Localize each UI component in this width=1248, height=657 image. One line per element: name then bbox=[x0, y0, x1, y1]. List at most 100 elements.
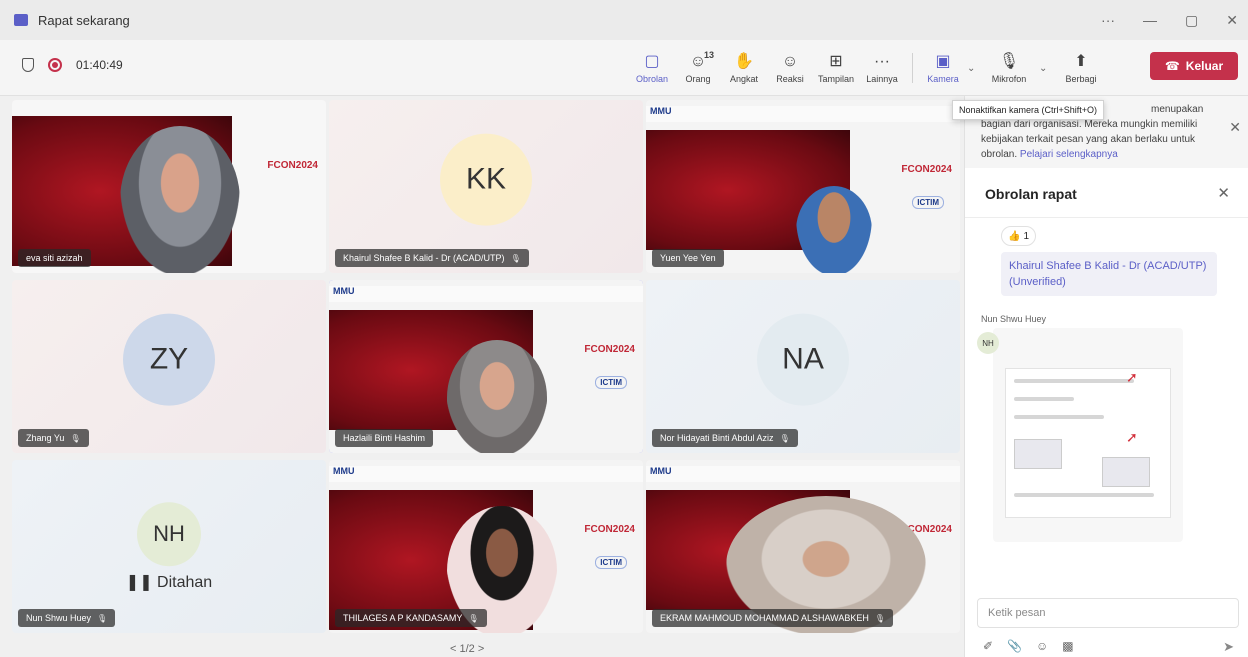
participant-tile[interactable]: MMU FCON2024 ICTIM Hazlaili Binti Hashim bbox=[329, 280, 643, 453]
shield-icon[interactable] bbox=[22, 58, 34, 72]
avatar: NA bbox=[757, 313, 849, 406]
people-button[interactable]: ☺ 13 Orang bbox=[676, 46, 720, 90]
meeting-info: 01:40:49 bbox=[22, 40, 123, 90]
chat-title: Obrolan rapat bbox=[985, 185, 1077, 202]
gif-icon[interactable]: ▩ bbox=[1062, 639, 1073, 653]
red-arrow-icon: ➚ bbox=[1126, 429, 1138, 445]
participant-name: Zhang Yu bbox=[26, 433, 65, 443]
mic-muted-icon: 🎙 bbox=[70, 433, 81, 443]
mic-muted-icon: 🎙 bbox=[97, 613, 108, 623]
notice-line: kebijakan terkait pesan yang akan berlak… bbox=[981, 134, 1196, 145]
pause-icon: ❚❚ bbox=[125, 574, 153, 591]
toolbar-divider bbox=[912, 53, 913, 83]
emoji-icon[interactable]: ☺ bbox=[1036, 639, 1048, 653]
participant-tile[interactable]: KK Khairul Shafee B Kalid - Dr (ACAD/UTP… bbox=[329, 100, 643, 273]
participant-tile[interactable]: ZY Zhang Yu 🎙 bbox=[12, 280, 326, 453]
participant-tile[interactable]: MMU FCON2024 ICTIM Yuen Yee Yen bbox=[646, 100, 960, 273]
grid-icon: ⊞ bbox=[829, 52, 843, 70]
learn-more-link[interactable]: Pelajari selengkapnya bbox=[1020, 149, 1118, 160]
close-chat-icon[interactable]: ✕ bbox=[1217, 184, 1230, 202]
participant-name-tag: eva siti azizah bbox=[18, 249, 91, 267]
microphone-options-chevron-icon[interactable]: ⌄ bbox=[1039, 46, 1051, 90]
participant-tile[interactable]: FCON2024 eva siti azizah bbox=[12, 100, 326, 273]
camera-options-chevron-icon[interactable]: ⌄ bbox=[967, 46, 979, 90]
notice-line: obrolan. Pelajari selengkapnya bbox=[981, 147, 1219, 162]
view-button[interactable]: ⊞ Tampilan bbox=[814, 46, 858, 90]
screenshot-preview: ➚ ➚ bbox=[1005, 368, 1171, 518]
people-count-badge: 13 bbox=[703, 50, 714, 60]
message-input[interactable]: Ketik pesan bbox=[977, 598, 1239, 628]
participant-video bbox=[120, 126, 240, 273]
participant-tile[interactable]: NH ❚❚ Ditahan Nun Shwu Huey 🎙 bbox=[12, 460, 326, 633]
meeting-chat-panel: menupakan bagian dari organisasi. Mereka… bbox=[964, 96, 1248, 657]
conference-logo: FCON2024 bbox=[584, 524, 635, 535]
phone-hangup-icon: ☎ bbox=[1164, 59, 1180, 73]
raise-hand-button[interactable]: ✋ Angkat bbox=[722, 46, 766, 90]
participant-name: Yuen Yee Yen bbox=[660, 253, 716, 263]
window-title: Rapat sekarang bbox=[38, 12, 130, 28]
participant-name-tag: Khairul Shafee B Kalid - Dr (ACAD/UTP) 🎙 bbox=[335, 249, 529, 267]
participant-name: Hazlaili Binti Hashim bbox=[343, 433, 426, 443]
on-hold-label: Ditahan bbox=[157, 574, 213, 591]
participant-name-tag: Yuen Yee Yen bbox=[652, 249, 724, 267]
recording-icon[interactable] bbox=[48, 58, 62, 72]
on-hold-status: ❚❚ Ditahan bbox=[12, 572, 326, 592]
people-button-label: Orang bbox=[685, 73, 711, 84]
view-button-label: Tampilan bbox=[817, 73, 855, 84]
participant-video bbox=[796, 186, 872, 273]
share-screen-icon: ⬆ bbox=[1074, 52, 1088, 70]
participant-name-tag: Zhang Yu 🎙 bbox=[18, 429, 89, 447]
more-button-label: Lainnya bbox=[866, 73, 898, 84]
shared-image-message[interactable]: ➚ ➚ bbox=[993, 328, 1183, 542]
microphone-button[interactable]: 🎙 Mikrofon bbox=[981, 46, 1037, 90]
window-controls: ··· — ▢ ✕ bbox=[1101, 0, 1238, 40]
ellipsis-icon: ··· bbox=[874, 52, 890, 70]
share-button[interactable]: ⬆ Berbagi bbox=[1053, 46, 1109, 90]
leave-button-label: Keluar bbox=[1185, 59, 1224, 73]
format-icon[interactable]: ✐ bbox=[983, 639, 993, 653]
chat-button-label: Obrolan bbox=[635, 73, 669, 84]
camera-tooltip: Nonaktifkan kamera (Ctrl+Shift+O) bbox=[952, 100, 1105, 120]
attach-icon[interactable]: 📎 bbox=[1007, 639, 1022, 653]
participant-name: THILAGES A P KANDASAMY bbox=[343, 613, 463, 623]
minimize-button[interactable]: — bbox=[1143, 12, 1157, 28]
participant-tile[interactable]: MMU FCON2024 ICTIM THILAGES A P KANDASAM… bbox=[329, 460, 643, 633]
close-icon[interactable]: ✕ bbox=[1229, 120, 1241, 135]
avatar: KK bbox=[440, 133, 532, 226]
chat-button[interactable]: ▢ Obrolan bbox=[630, 46, 674, 90]
video-camera-icon: ▣ bbox=[935, 52, 951, 70]
raise-hand-label: Angkat bbox=[729, 73, 759, 84]
slide-banner: MMU bbox=[329, 286, 643, 302]
leave-button[interactable]: ☎ Keluar bbox=[1150, 52, 1238, 80]
smiley-icon: ☺ bbox=[781, 52, 799, 70]
toolbar-actions: ▢ Obrolan ☺ 13 Orang ✋ Angkat ☺ Reaksi ⊞… bbox=[630, 46, 1109, 90]
close-window-button[interactable]: ✕ bbox=[1226, 12, 1238, 29]
reaction-count: 1 bbox=[1023, 230, 1030, 242]
ictim-logo: ICTIM bbox=[912, 196, 944, 209]
participant-tile[interactable]: NA Nor Hidayati Binti Abdul Aziz 🎙 bbox=[646, 280, 960, 453]
chat-message[interactable]: Khairul Shafee B Kalid - Dr (ACAD/UTP) (… bbox=[1001, 252, 1217, 296]
red-arrow-icon: ➚ bbox=[1126, 369, 1138, 385]
microphone-icon: 🎙 bbox=[998, 52, 1020, 70]
maximize-button[interactable]: ▢ bbox=[1185, 12, 1198, 29]
conference-logo: FCON2024 bbox=[901, 164, 952, 175]
send-icon[interactable]: ➤ bbox=[1223, 639, 1234, 655]
chat-header: Obrolan rapat bbox=[965, 170, 1248, 218]
camera-button[interactable]: ▣ Kamera bbox=[921, 46, 965, 90]
avatar: NH bbox=[977, 332, 999, 354]
participant-name: Nun Shwu Huey bbox=[26, 613, 92, 623]
gallery-pager[interactable]: < 1/2 > bbox=[450, 643, 484, 655]
react-button-label: Reaksi bbox=[776, 73, 804, 84]
microphone-button-label: Mikrofon bbox=[991, 73, 1027, 84]
like-reaction[interactable]: 👍 1 bbox=[1001, 226, 1037, 246]
conference-logo: FCON2024 bbox=[584, 344, 635, 355]
more-button[interactable]: ··· Lainnya bbox=[860, 46, 904, 90]
mic-muted-icon: 🎙 bbox=[874, 613, 886, 623]
react-button[interactable]: ☺ Reaksi bbox=[768, 46, 812, 90]
chat-icon: ▢ bbox=[644, 52, 660, 70]
avatar: NH bbox=[137, 501, 201, 566]
participant-tile[interactable]: MMU FCON2024 EKRAM MAHMOUD MOHAMMAD ALSH… bbox=[646, 460, 960, 633]
meeting-toolbar: 01:40:49 ▢ Obrolan ☺ 13 Orang ✋ Angkat ☺… bbox=[0, 40, 1248, 96]
participant-name: eva siti azizah bbox=[26, 253, 83, 263]
more-window-options-button[interactable]: ··· bbox=[1101, 12, 1115, 28]
